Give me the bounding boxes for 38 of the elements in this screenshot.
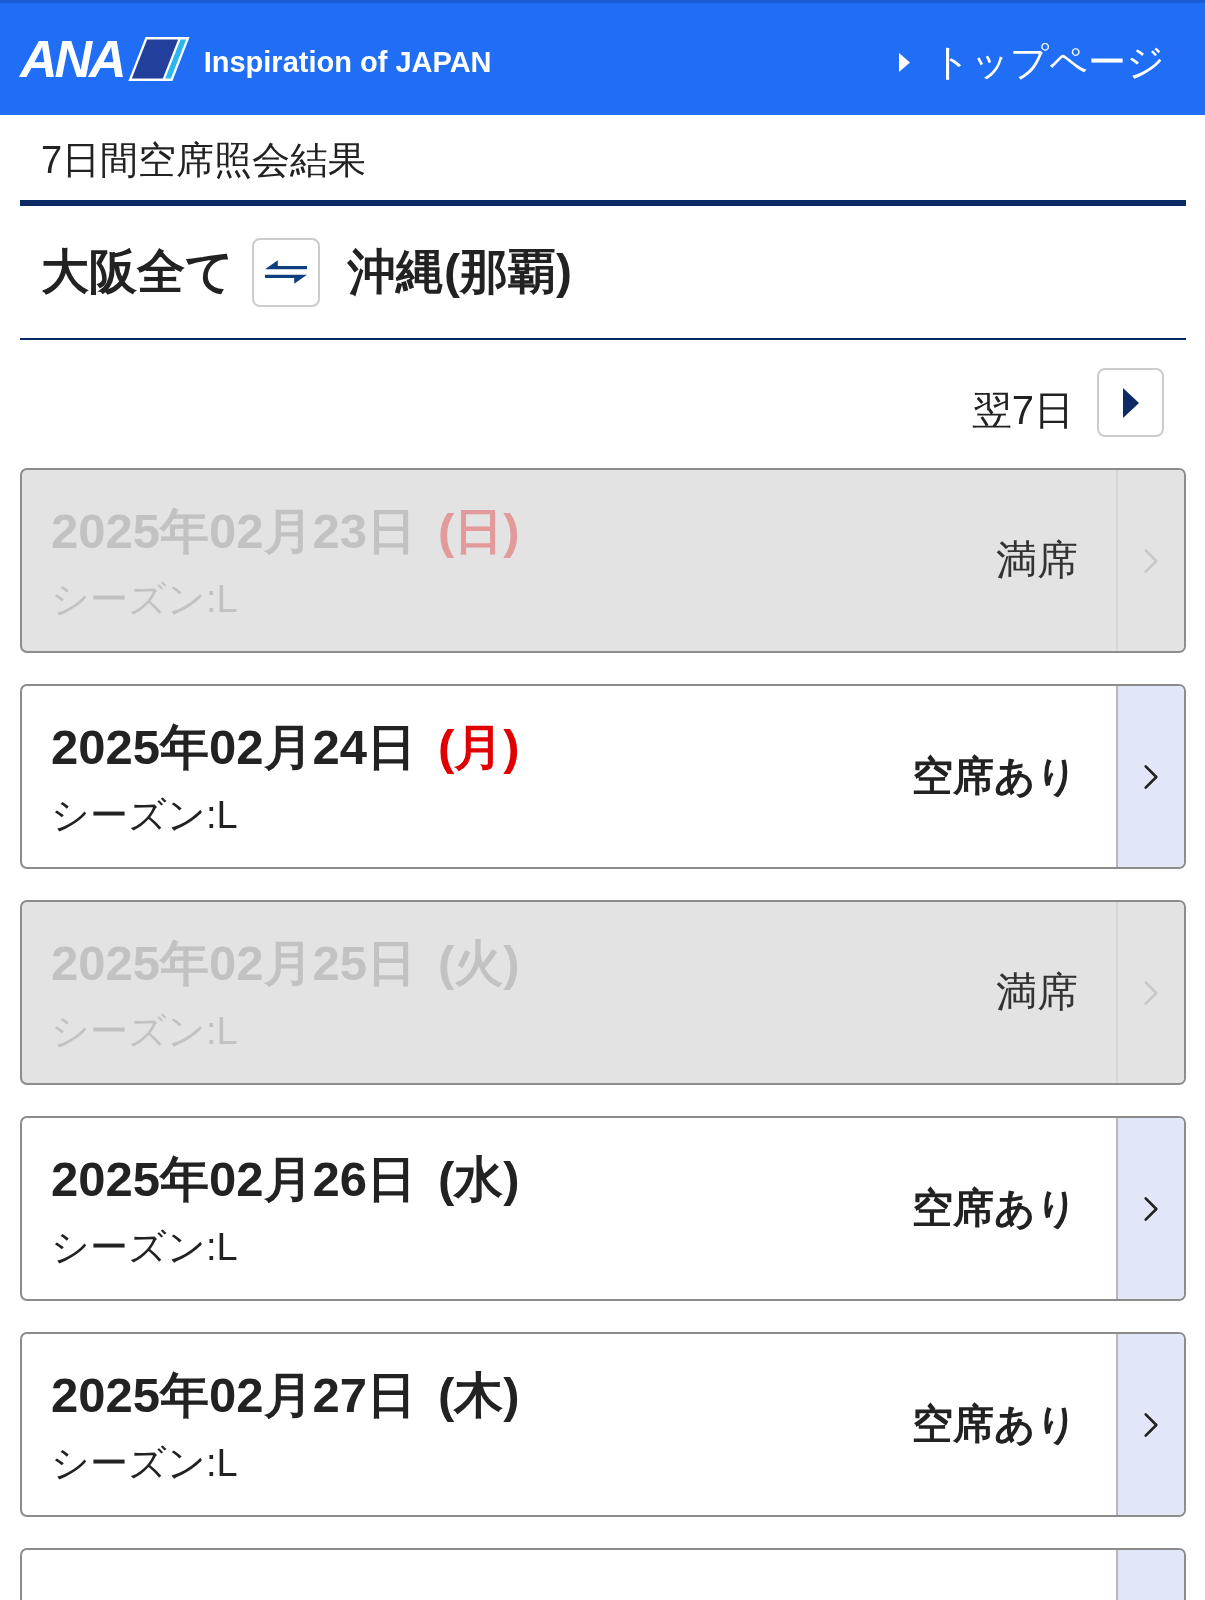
swap-arrows-icon (265, 259, 307, 285)
tagline-text: Inspiration of JAPAN (203, 45, 492, 79)
date-row[interactable]: 2025年02月26日 (水) シーズン:L 空席あり (20, 1116, 1186, 1301)
date-text: 2025年02月24日 (51, 719, 416, 776)
page-title: 7日間空席照会結果 (20, 115, 1186, 206)
destination-text: 沖縄(那覇) (348, 244, 572, 300)
date-text: 2025年02月27日 (51, 1367, 416, 1424)
arrow-panel (1116, 1550, 1184, 1600)
date-row[interactable] (20, 1548, 1186, 1600)
next-week-label: 翌7日 (971, 387, 1074, 434)
season-text: シーズン:L (51, 1441, 238, 1486)
origin-text: 大阪全て (41, 244, 234, 300)
next-week-button[interactable] (1097, 368, 1164, 437)
caret-right-icon (899, 52, 910, 72)
season-text: シーズン:L (51, 793, 238, 838)
weekday-text: (木) (438, 1367, 520, 1424)
weekday-text: (日) (438, 503, 520, 560)
chevron-right-icon (1143, 978, 1159, 1007)
chevron-right-icon (1143, 1410, 1159, 1439)
chevron-right-icon (1143, 546, 1159, 575)
date-row[interactable]: 2025年02月24日 (月) シーズン:L 空席あり (20, 684, 1186, 869)
swap-button[interactable] (252, 237, 320, 307)
logo-text: ANA (20, 33, 124, 85)
chevron-right-icon (1143, 762, 1159, 791)
availability-text: 空席あり (912, 1184, 1078, 1233)
availability-text: 満席 (996, 968, 1078, 1017)
date-text: 2025年02月26日 (51, 1151, 416, 1208)
chevron-right-icon (1143, 1194, 1159, 1223)
season-text: シーズン:L (51, 1225, 238, 1270)
triangle-right-icon (1122, 387, 1139, 418)
date-row[interactable]: 2025年02月27日 (木) シーズン:L 空席あり (20, 1332, 1186, 1517)
weekday-text: (月) (438, 719, 520, 776)
availability-text: 空席あり (912, 1400, 1078, 1449)
availability-text: 空席あり (912, 752, 1078, 801)
weekday-text: (水) (438, 1151, 520, 1208)
top-page-link[interactable]: トップページ (899, 36, 1165, 88)
logo-stripe-icon (127, 37, 190, 81)
availability-text: 満席 (996, 536, 1078, 585)
